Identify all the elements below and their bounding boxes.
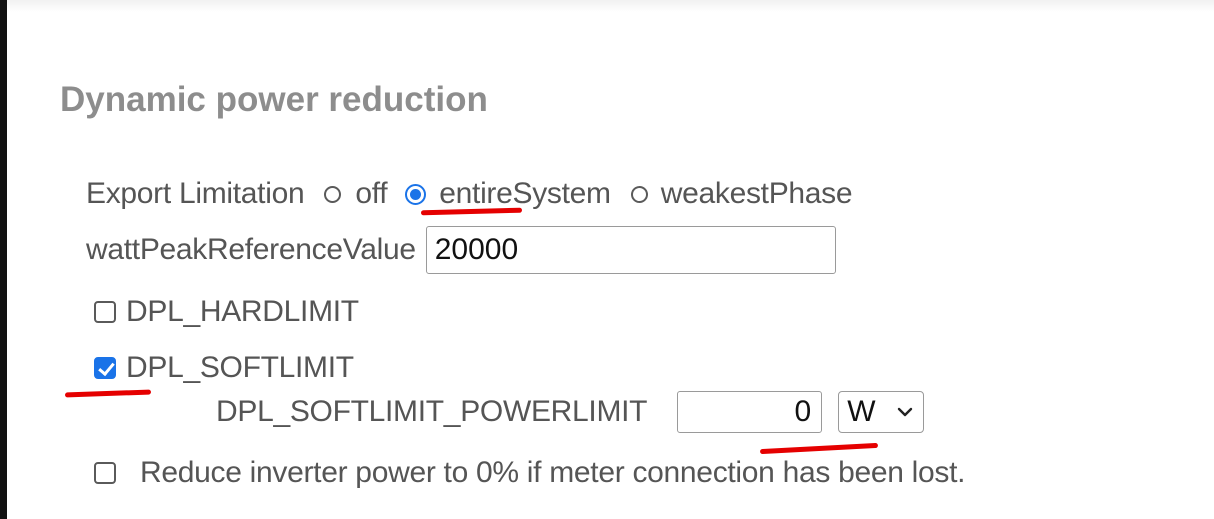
annotation-underline-softlimit bbox=[64, 389, 152, 398]
chevron-down-icon bbox=[898, 407, 913, 417]
unit-select-value: W bbox=[847, 395, 876, 428]
radio-weakest-phase-label[interactable]: weakestPhase bbox=[661, 177, 853, 211]
radio-entire-system[interactable] bbox=[405, 183, 427, 205]
section-title: Dynamic power reduction bbox=[60, 80, 488, 119]
dpl-softlimit-row: DPL_SOFTLIMIT bbox=[94, 348, 354, 388]
top-divider bbox=[7, 0, 1214, 12]
dpl-softlimit-powerlimit-row: DPL_SOFTLIMIT_POWERLIMIT W bbox=[216, 389, 925, 435]
dpl-softlimit-powerlimit-label: DPL_SOFTLIMIT_POWERLIMIT bbox=[216, 395, 648, 428]
dpl-hardlimit-checkbox[interactable] bbox=[94, 301, 116, 323]
export-limitation-row: Export Limitation off entireSystem weake… bbox=[86, 174, 853, 214]
radio-entire-system-label[interactable]: entireSystem bbox=[439, 177, 611, 211]
export-limitation-label: Export Limitation bbox=[86, 177, 305, 210]
dpl-softlimit-checkbox[interactable] bbox=[94, 357, 116, 379]
unit-select[interactable]: W bbox=[838, 391, 925, 433]
watt-peak-row: wattPeakReferenceValue bbox=[86, 226, 836, 274]
left-border bbox=[0, 0, 7, 519]
reduce-on-meter-loss-checkbox[interactable] bbox=[94, 462, 116, 484]
reduce-on-meter-loss-label[interactable]: Reduce inverter power to 0% if meter con… bbox=[140, 456, 966, 490]
watt-peak-label: wattPeakReferenceValue bbox=[86, 233, 416, 266]
dpl-hardlimit-row: DPL_HARDLIMIT bbox=[94, 292, 359, 332]
radio-off-label[interactable]: off bbox=[355, 177, 387, 211]
page: Dynamic power reduction Export Limitatio… bbox=[0, 0, 1214, 519]
reduce-on-meter-loss-row: Reduce inverter power to 0% if meter con… bbox=[94, 451, 966, 495]
watt-peak-input[interactable] bbox=[425, 226, 836, 274]
radio-off[interactable] bbox=[324, 185, 342, 203]
dpl-softlimit-powerlimit-input[interactable] bbox=[677, 391, 823, 433]
dpl-softlimit-label[interactable]: DPL_SOFTLIMIT bbox=[126, 351, 354, 385]
radio-weakest-phase[interactable] bbox=[630, 185, 648, 203]
dpl-hardlimit-label[interactable]: DPL_HARDLIMIT bbox=[126, 295, 359, 329]
